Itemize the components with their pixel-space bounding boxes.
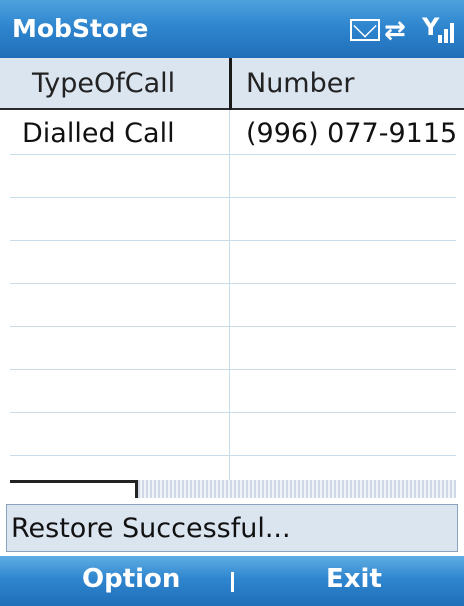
- scrollbar-thumb[interactable]: [10, 480, 138, 498]
- envelope-icon: [350, 19, 380, 41]
- column-header-type[interactable]: TypeOfCall: [32, 68, 175, 99]
- status-message: Restore Successful...: [11, 513, 291, 544]
- grid-line: [10, 283, 456, 284]
- title-bar: MobStore ⇄ Y: [0, 0, 464, 58]
- phone-screen: MobStore ⇄ Y TypeOfCall Number Dialled C…: [0, 0, 464, 606]
- status-message-box: Restore Successful...: [6, 504, 458, 552]
- option-softkey[interactable]: Option: [82, 564, 180, 594]
- grid-line: [10, 326, 456, 327]
- grid-line: [10, 197, 456, 198]
- data-connection-icon: ⇄: [384, 16, 406, 46]
- column-divider-handle[interactable]: [229, 58, 232, 110]
- status-icons: ⇄ Y: [350, 14, 454, 46]
- grid-line: [10, 369, 456, 370]
- column-header-number[interactable]: Number: [246, 68, 354, 99]
- softkey-divider: [231, 572, 234, 592]
- row-1-number-cell[interactable]: (996) 077-9115: [246, 118, 457, 149]
- app-title: MobStore: [12, 14, 149, 43]
- row-1-type-cell[interactable]: Dialled Call: [22, 118, 175, 149]
- table-header: TypeOfCall Number: [0, 58, 464, 110]
- softkey-bar: Option Exit: [0, 556, 464, 606]
- grid-line: [10, 412, 456, 413]
- grid-line: [10, 240, 456, 241]
- grid-line: [10, 154, 456, 155]
- column-divider: [229, 110, 230, 480]
- exit-softkey[interactable]: Exit: [326, 564, 382, 594]
- signal-strength-icon: Y: [422, 15, 454, 45]
- grid-line: [10, 455, 456, 456]
